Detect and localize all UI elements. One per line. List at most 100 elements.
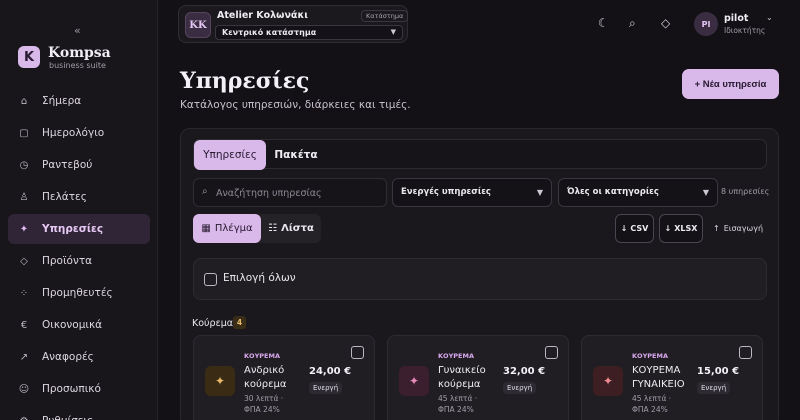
select-all-label: Επιλογή όλων [223, 272, 296, 284]
sidebar-item-label: Προϊόντα [42, 255, 93, 267]
sidebar-item-3[interactable]: ♙ Πελάτες [8, 182, 150, 212]
sparkle-icon: ✦ [19, 223, 29, 235]
list-icon: ☷ [268, 223, 278, 234]
service-duration: 45 λεπτά · [438, 394, 478, 403]
service-card-checkbox[interactable] [545, 346, 558, 359]
sidebar-item-7[interactable]: € Οικονομικά [8, 310, 150, 340]
chevron-down-icon: ▼ [390, 28, 396, 36]
brand-logo: K [18, 46, 40, 68]
group-count-badge: 4 [233, 316, 246, 329]
service-price: 32,00 € [503, 366, 546, 377]
sidebar-item-9[interactable]: ☺ Προσωπικό [8, 374, 150, 404]
sidebar-item-6[interactable]: ⁘ Προμηθευτές [8, 278, 150, 308]
sidebar-nav: ⌂ Σήμερα ▢ Ημερολόγιο ◷ Ραντεβού ♙ Πελάτες ✦ Υπηρ… [8, 86, 150, 420]
brand-subtitle: business suite [49, 61, 106, 70]
clock-icon: ◷ [19, 159, 29, 171]
euro-icon: € [20, 319, 28, 331]
sidebar-item-8[interactable]: ↗ Αναφορές [8, 342, 150, 372]
topbar: KK Atelier Κολωνάκι Κατάστημα Κεντρικό κ… [158, 0, 800, 48]
export-xlsx-button[interactable]: ↓ XLSX [659, 214, 703, 243]
trend-icon: ↗ [19, 351, 29, 363]
theme-toggle-icon[interactable]: ☾ [598, 16, 609, 30]
status-badge: Ενεργή [503, 382, 537, 394]
status-select[interactable]: Ενεργές υπηρεσίες ▼ [392, 178, 552, 207]
user-icon: ♙ [19, 191, 29, 203]
branch-select[interactable]: Κεντρικό κατάστημα ▼ [215, 25, 403, 40]
home-icon: ⌂ [20, 95, 28, 107]
tab-packages[interactable]: Πακέτα [266, 140, 326, 170]
staff-icon: ☺ [18, 383, 30, 395]
user-name: pilot [724, 13, 749, 24]
category-select[interactable]: Όλες οι κατηγορίες ▼ [558, 178, 718, 207]
sparkle-icon: ✦ [399, 366, 429, 396]
export-xlsx-label: XLSX [674, 224, 698, 233]
service-card[interactable]: ΚΟΥΡΕΜΑ ✦ Ανδρικό κούρεμα 30 λεπτά · ΦΠΑ 24%… [193, 335, 375, 420]
search-input[interactable] [216, 184, 382, 202]
service-category: ΚΟΥΡΕΜΑ [632, 352, 668, 360]
grid-icon: ▦ [201, 223, 211, 234]
service-card-checkbox[interactable] [351, 346, 364, 359]
store-avatar: KK [185, 12, 211, 38]
user-menu-chevron-icon[interactable]: ⌄ [766, 13, 773, 22]
collapse-sidebar-icon[interactable]: « [74, 24, 81, 37]
sidebar-item-label: Υπηρεσίες [42, 223, 104, 235]
list-view-label: Λίστα [281, 223, 314, 234]
status-badge: Ενεργή [309, 382, 343, 394]
sidebar-item-0[interactable]: ⌂ Σήμερα [8, 86, 150, 116]
select-all-checkbox[interactable] [204, 273, 217, 286]
search-icon: ⌕ [202, 186, 208, 197]
service-card-checkbox[interactable] [739, 346, 752, 359]
store-switcher[interactable]: KK Atelier Κολωνάκι Κατάστημα Κεντρικό κ… [178, 5, 409, 43]
sidebar-item-1[interactable]: ▢ Ημερολόγιο [8, 118, 150, 148]
sidebar-item-5[interactable]: ◇ Προϊόντα [8, 246, 150, 276]
sparkle-icon: ✦ [205, 366, 235, 396]
sidebar-item-label: Ρυθμίσεις [42, 415, 93, 420]
sidebar-item-label: Οικονομικά [42, 319, 103, 331]
search-icon[interactable]: ⌕ [629, 16, 636, 31]
sidebar: « K Kompsa business suite ⌂ Σήμερα ▢ Ημερολ… [0, 0, 158, 420]
service-name: Ανδρικό κούρεμα [244, 365, 287, 390]
services-panel: Υπηρεσίες Πακέτα ⌕ Ενεργές υπηρεσίες ▼ Ό… [180, 128, 779, 420]
service-meta: 45 λεπτά · ΦΠΑ 24% [438, 393, 477, 415]
download-icon: ↓ [664, 224, 672, 233]
import-label: Εισαγωγή [723, 224, 764, 233]
services-count: 8 υπηρεσίες [721, 187, 770, 196]
service-duration: 45 λεπτά · [632, 394, 672, 403]
sidebar-item-label: Ραντεβού [42, 159, 93, 171]
calendar-icon: ▢ [19, 127, 29, 139]
select-all-bar: Επιλογή όλων [193, 258, 767, 300]
user-avatar[interactable]: PI [694, 12, 718, 36]
sidebar-item-2[interactable]: ◷ Ραντεβού [8, 150, 150, 180]
service-price: 24,00 € [309, 366, 352, 377]
search-box: ⌕ [193, 178, 387, 207]
service-name: Γυναικείο κούρεμα [438, 365, 486, 390]
store-name: Atelier Κολωνάκι [217, 10, 308, 21]
sidebar-item-label: Αναφορές [42, 351, 94, 363]
service-meta: 45 λεπτά · ΦΠΑ 24% [632, 393, 671, 415]
import-button[interactable]: ↑ Εισαγωγή [713, 214, 763, 243]
service-card[interactable]: ΚΟΥΡΕΜΑ ✦ Γυναικείο κούρεμα 45 λεπτά · ΦΠΑ 2… [387, 335, 569, 420]
service-vat: ΦΠΑ 24% [438, 405, 474, 414]
sidebar-item-label: Προμηθευτές [42, 287, 113, 299]
service-vat: ΦΠΑ 24% [244, 405, 280, 414]
chevron-down-icon: ▼ [536, 188, 543, 197]
sidebar-item-10[interactable]: ⚙ Ρυθμίσεις [8, 406, 150, 420]
page-subtitle: Κατάλογος υπηρεσιών, διάρκειες και τιμές… [180, 99, 411, 111]
gear-icon: ⚙ [18, 415, 30, 420]
service-card[interactable]: ΚΟΥΡΕΜΑ ✦ ΚΟΥΡΕΜΑ ΓΥΝΑΙΚΕΙΟ 45 λεπτά · ΦΠΑ 2… [581, 335, 763, 420]
branch-select-value: Κεντρικό κατάστημα [222, 28, 317, 37]
new-service-button[interactable]: + Νέα υπηρεσία [682, 69, 779, 99]
sparkle-icon: ✦ [593, 366, 623, 396]
status-select-value: Ενεργές υπηρεσίες [401, 187, 491, 197]
sidebar-item-4[interactable]: ✦ Υπηρεσίες [8, 214, 150, 244]
sidebar-item-label: Προσωπικό [42, 383, 101, 395]
download-icon: ↓ [620, 224, 628, 233]
diamond-icon[interactable]: ◇ [661, 16, 670, 30]
tab-services[interactable]: Υπηρεσίες [194, 140, 266, 170]
grid-view-button[interactable]: ▦ Πλέγμα [193, 214, 261, 243]
grid-view-label: Πλέγμα [214, 223, 253, 234]
service-vat: ΦΠΑ 24% [632, 405, 668, 414]
export-csv-button[interactable]: ↓ CSV [615, 214, 654, 243]
page-title: Υπηρεσίες [180, 68, 310, 94]
list-view-button[interactable]: ☷ Λίστα [261, 214, 321, 243]
